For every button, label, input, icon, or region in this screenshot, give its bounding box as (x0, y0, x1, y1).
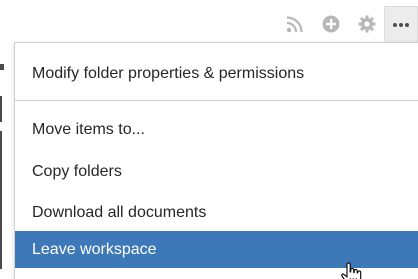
rss-icon[interactable] (282, 11, 308, 37)
folder-actions-menu: Modify folder properties & permissions M… (14, 42, 418, 279)
more-dot (405, 22, 409, 27)
hand-cursor-icon (341, 262, 362, 279)
page-edge (0, 131, 2, 269)
screen: Modify folder properties & permissions M… (0, 0, 418, 279)
gear-icon[interactable] (354, 11, 380, 37)
menu-item-label: Download all documents (32, 203, 207, 221)
more-options-button[interactable] (384, 6, 418, 42)
menu-item-move-items[interactable]: Move items to... (15, 111, 418, 148)
page-edge (0, 64, 4, 70)
more-dot (393, 22, 397, 27)
menu-item-label: Leave workspace (32, 240, 157, 258)
menu-item-label: Move items to... (32, 120, 145, 138)
menu-item-label: Modify folder properties & permissions (32, 64, 305, 82)
menu-item-download-all[interactable]: Download all documents (15, 194, 418, 231)
menu-item-modify-folder-properties[interactable]: Modify folder properties & permissions (15, 55, 418, 92)
menu-divider (15, 100, 418, 101)
add-circle-icon[interactable] (318, 11, 344, 37)
menu-item-copy-folders[interactable]: Copy folders (15, 153, 418, 190)
page-edge (0, 96, 2, 122)
more-dot (399, 22, 403, 27)
folder-toolbar (272, 6, 418, 42)
menu-item-label: Copy folders (32, 162, 122, 180)
